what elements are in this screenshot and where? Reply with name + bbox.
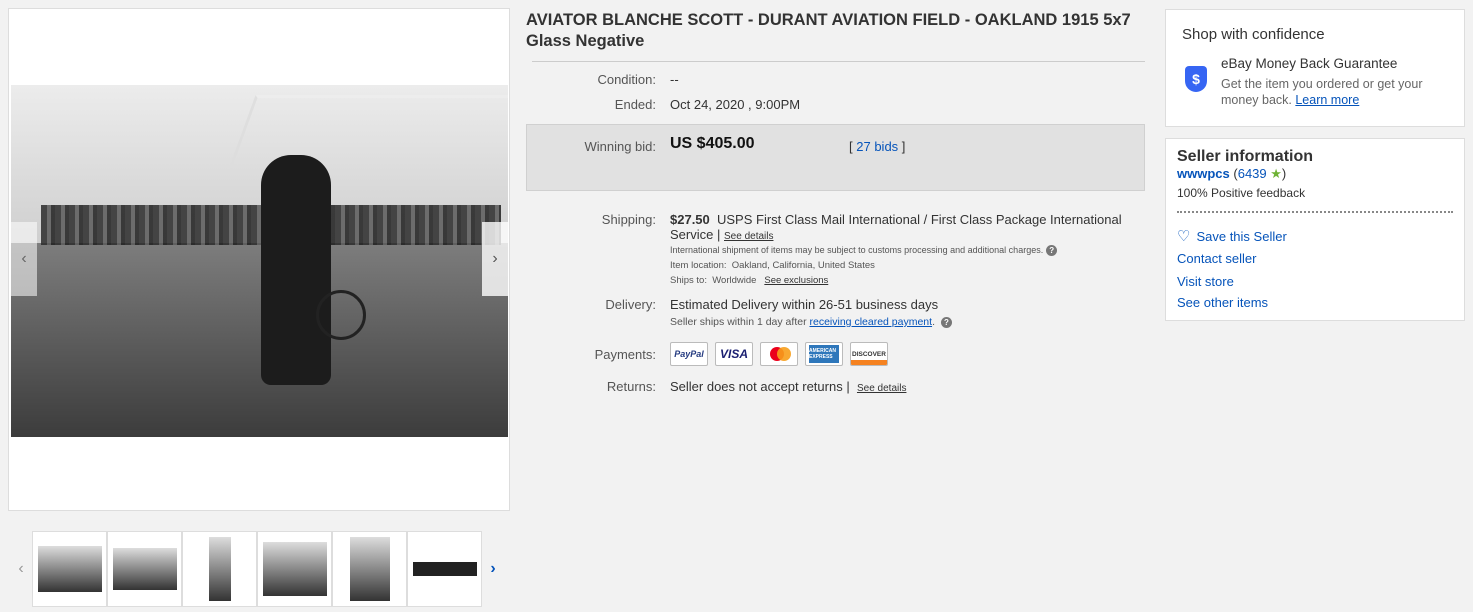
shipping-price: $27.50 bbox=[670, 212, 710, 227]
thumbs-prev-button[interactable]: ‹ bbox=[10, 531, 32, 607]
money-back-guarantee-text: Get the item you ordered or get your mon… bbox=[1221, 77, 1423, 107]
heart-icon: ♡ bbox=[1177, 228, 1191, 245]
bid-count: [ 27 bids ] bbox=[849, 139, 906, 154]
positive-feedback: 100% Positive feedback bbox=[1177, 186, 1306, 200]
chevron-right-icon: › bbox=[490, 560, 496, 577]
thumbnail[interactable] bbox=[332, 531, 407, 607]
winning-bid-box bbox=[526, 124, 1145, 191]
condition-value: -- bbox=[670, 72, 679, 87]
seller-name-link[interactable]: wwwpcs bbox=[1177, 166, 1230, 181]
shipping-value: $27.50 USPS First Class Mail Internation… bbox=[670, 212, 1122, 242]
intl-shipping-note: International shipment of items may be s… bbox=[670, 245, 1058, 257]
thumbnail[interactable] bbox=[257, 531, 332, 607]
money-back-guarantee-title: eBay Money Back Guarantee bbox=[1221, 56, 1398, 71]
mastercard-icon bbox=[760, 342, 798, 366]
returns-value: Seller does not accept returns | See det… bbox=[670, 379, 907, 394]
shipping-label: Shipping: bbox=[601, 212, 656, 227]
main-product-photo[interactable] bbox=[11, 85, 508, 437]
returns-see-details-link[interactable]: See details bbox=[857, 383, 906, 394]
thumbnail[interactable] bbox=[107, 531, 182, 607]
winning-bid-label: Winning bid: bbox=[584, 139, 656, 154]
paypal-icon: PayPal bbox=[670, 342, 708, 366]
money-back-shield-icon: $ bbox=[1185, 66, 1207, 92]
feedback-score-link[interactable]: 6439 bbox=[1238, 166, 1267, 181]
learn-more-link[interactable]: Learn more bbox=[1295, 93, 1359, 107]
save-seller-link[interactable]: ♡ Save this Seller bbox=[1177, 227, 1287, 245]
bid-history-link[interactable]: 27 bids bbox=[856, 139, 898, 154]
amex-icon: AMERICAN EXPRESS bbox=[805, 342, 843, 366]
seller-info-panel: Seller information wwwpcs (6439 ★) 100% … bbox=[1165, 138, 1465, 321]
shipping-see-details-link[interactable]: See details bbox=[724, 231, 773, 242]
delivery-label: Delivery: bbox=[605, 297, 656, 312]
condition-label: Condition: bbox=[597, 72, 656, 87]
delivery-value: Estimated Delivery within 26-51 business… bbox=[670, 297, 939, 312]
item-location: Item location: Oakland, California, Unit… bbox=[670, 260, 875, 271]
listing-title: AVIATOR BLANCHE SCOTT - DURANT AVIATION … bbox=[526, 11, 1131, 50]
next-image-button[interactable]: › bbox=[482, 222, 508, 296]
chevron-right-icon: › bbox=[492, 250, 498, 267]
seller-info-title: Seller information bbox=[1177, 148, 1314, 165]
thumbnail[interactable] bbox=[32, 531, 107, 607]
ships-to: Ships to: Worldwide See exclusions bbox=[670, 275, 829, 286]
chevron-left-icon: ‹ bbox=[21, 250, 27, 267]
cleared-payment-link[interactable]: receiving cleared payment bbox=[810, 316, 933, 328]
payment-methods: PayPal VISA AMERICAN EXPRESS DISCOVER bbox=[670, 342, 888, 366]
previous-image-button[interactable]: ‹ bbox=[11, 222, 37, 296]
chevron-left-icon: ‹ bbox=[18, 560, 24, 577]
help-icon[interactable]: ? bbox=[940, 316, 952, 328]
payments-label: Payments: bbox=[594, 347, 656, 362]
visit-store-link[interactable]: Visit store bbox=[1177, 274, 1234, 289]
thumbs-next-button[interactable]: › bbox=[482, 531, 504, 607]
divider bbox=[532, 61, 1145, 62]
image-gallery: ‹ › bbox=[8, 8, 510, 511]
handling-time: Seller ships within 1 day after receivin… bbox=[670, 316, 952, 328]
discover-icon: DISCOVER bbox=[850, 342, 888, 366]
shop-with-confidence-panel: Shop with confidence $ eBay Money Back G… bbox=[1165, 9, 1465, 127]
contact-seller-link[interactable]: Contact seller bbox=[1177, 251, 1256, 266]
returns-label: Returns: bbox=[606, 379, 656, 394]
ended-value: Oct 24, 2020 , 9:00PM bbox=[670, 97, 801, 112]
winning-bid-price: US $405.00 bbox=[670, 135, 755, 152]
star-icon: ★ bbox=[1270, 166, 1282, 181]
visa-icon: VISA bbox=[715, 342, 753, 366]
seller-name-row: wwwpcs (6439 ★) bbox=[1177, 166, 1287, 181]
see-other-items-link[interactable]: See other items bbox=[1177, 295, 1268, 310]
see-exclusions-link[interactable]: See exclusions bbox=[764, 275, 828, 286]
thumbnail-strip: ‹ › bbox=[10, 531, 504, 607]
ended-label: Ended: bbox=[614, 97, 656, 112]
thumbnail[interactable] bbox=[182, 531, 257, 607]
help-icon[interactable]: ? bbox=[1046, 245, 1058, 257]
panel-title: Shop with confidence bbox=[1182, 26, 1325, 43]
divider bbox=[1177, 211, 1453, 213]
thumbnail[interactable] bbox=[407, 531, 482, 607]
